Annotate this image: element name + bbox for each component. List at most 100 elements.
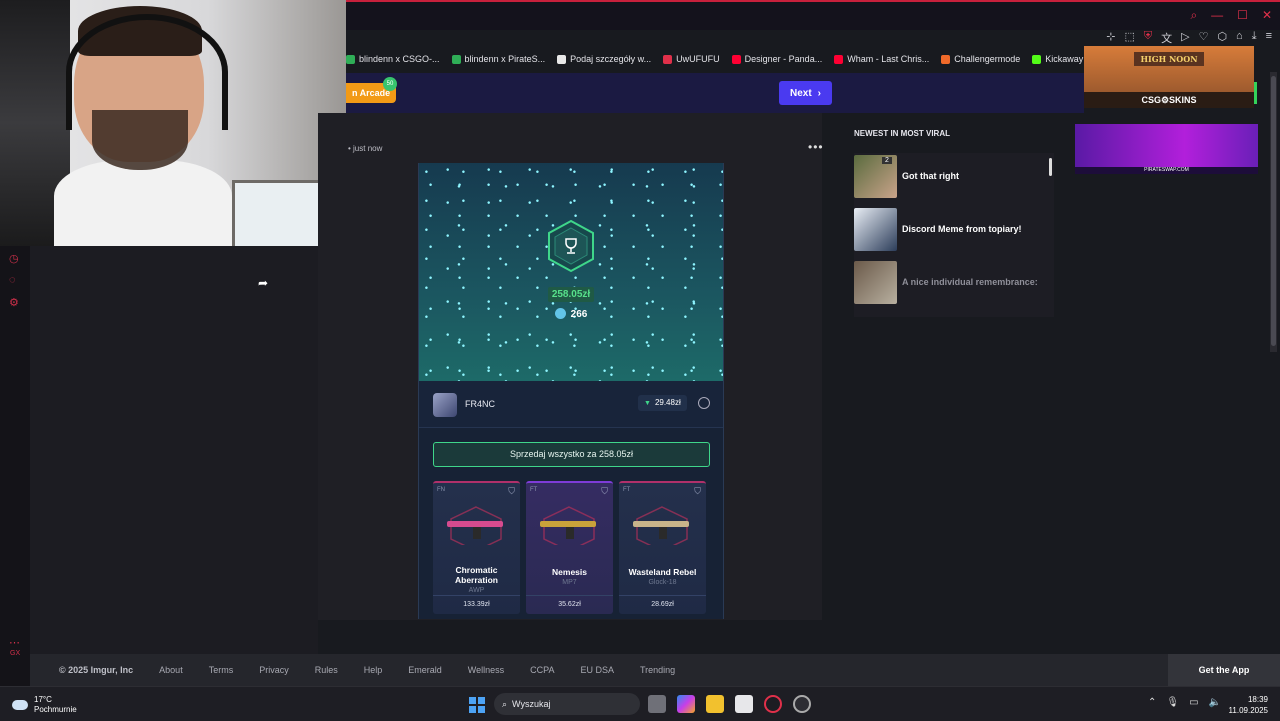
weapon-icon (540, 506, 596, 545)
search-icon[interactable]: ⌕ (1190, 8, 1197, 22)
trophy-hex-icon (548, 219, 594, 273)
skin-card[interactable]: FT ⛉ Nemesis MP7 35.62zł (526, 481, 613, 614)
taskbar-search[interactable]: ⌕ Wyszukaj (494, 693, 640, 715)
bookmark-item[interactable]: Wham - Last Chris... (834, 52, 929, 66)
bookmark-item[interactable]: Challengermode (941, 52, 1020, 66)
chevron-right-icon: › (817, 87, 822, 99)
coins-count: 266 (419, 308, 723, 320)
task-view-icon[interactable] (648, 695, 666, 713)
next-button[interactable]: Next › (779, 81, 832, 105)
windows-start-icon[interactable] (469, 697, 485, 713)
down-arrow-icon: ▼ (644, 400, 651, 407)
bookmark-label: Kickaway - Kick (1045, 54, 1086, 64)
store-icon[interactable] (735, 695, 753, 713)
translate-icon[interactable]: 文 (1161, 30, 1172, 46)
bookmark-item[interactable]: blindenn x CSGO-... (346, 52, 440, 66)
mic-icon[interactable]: 🎙 (1166, 697, 1179, 708)
more-options-icon[interactable]: ••• (808, 140, 824, 154)
extensions-icon[interactable]: ⬡ (1217, 30, 1227, 46)
weather-widget[interactable]: 17°C Pochmurnie (12, 695, 77, 715)
maximize-icon[interactable]: ☐ (1237, 8, 1248, 22)
case-opening-image: 258.05zł 266 FR4NC ▼ 29.48zł Sprzedaj wsz… (418, 163, 724, 619)
imgur-footer: © 2025 Imgur, Inc About Terms Privacy Rules… (30, 654, 1280, 686)
play-icon[interactable]: ▷ (1181, 30, 1189, 46)
bookmark-label: blindenn x CSGO-... (359, 54, 440, 64)
skin-card[interactable]: FT ⛉ Wasteland Rebel Glock-18 28.69zł (619, 481, 706, 614)
more-icon[interactable]: ⋯ (9, 636, 21, 649)
shield-icon[interactable]: ⛨ (1144, 30, 1152, 46)
browser-sidebar: ◷ ◌ ⚙ ⋯ (0, 246, 30, 686)
bookmark-item[interactable]: Podaj szczegóły w... (557, 52, 651, 66)
chevron-up-icon[interactable]: ⌃ (1148, 697, 1156, 708)
bookmarks-bar: blindenn x CSGO-... blindenn x PirateS...… (346, 52, 1086, 66)
bookmark-label: Challengermode (954, 54, 1021, 64)
temperature: 17°C (34, 695, 52, 704)
taskbar-apps (648, 695, 811, 713)
network-icon[interactable]: ▭ (1189, 697, 1198, 708)
pin-icon[interactable]: ⊹ (1106, 30, 1115, 46)
menu-icon[interactable]: ≡ (1266, 30, 1272, 46)
file-explorer-icon[interactable] (706, 695, 724, 713)
footer-link-terms[interactable]: Terms (209, 665, 234, 675)
viral-item[interactable]: 2 Got that right (854, 153, 1054, 199)
app-icon[interactable] (793, 695, 811, 713)
opera-gx-icon[interactable] (764, 695, 782, 713)
heart-icon[interactable]: ♡ (1199, 30, 1209, 46)
bookmark-item[interactable]: Designer - Panda... (731, 52, 822, 66)
skin-name: Chromatic Aberration (455, 565, 498, 585)
clock-time: 18:39 (1247, 695, 1268, 704)
footer-link-emerald[interactable]: Emerald (408, 665, 442, 675)
bookmark-label: Wham - Last Chris... (847, 54, 930, 64)
bookmark-favicon-icon (1032, 54, 1042, 64)
page-scrollbar[interactable] (1270, 72, 1277, 352)
share-arrow-icon[interactable]: ➦ (258, 276, 268, 290)
footer-link-trending[interactable]: Trending (640, 665, 675, 675)
viral-list: 2 Got that right Discord Meme from topiary… (854, 153, 1054, 317)
messenger-icon[interactable]: ◌ (9, 274, 21, 286)
username: FR4NC (465, 399, 496, 409)
footer-link-eu-dsa[interactable]: EU DSA (580, 665, 614, 675)
cloud-icon (12, 700, 28, 710)
windows-taskbar: 17°C Pochmurnie ⌕ Wyszukaj ⌃ 🎙 ▭ 🔈 18:39 … (0, 686, 1280, 721)
ad-brand: CSG⚙SKINS (1084, 92, 1254, 108)
footer-link-privacy[interactable]: Privacy (259, 665, 289, 675)
bookmark-item[interactable]: Kickaway - Kick (1032, 52, 1086, 66)
pirateswap-ad[interactable]: PIRATESWAP.COM (1075, 124, 1258, 174)
settings-icon[interactable]: ⚙ (9, 296, 21, 309)
avatar (433, 393, 457, 417)
footer-link-ccpa[interactable]: CCPA (530, 665, 554, 675)
gx-logo: GX (10, 650, 21, 657)
shield-icon: ⛉ (508, 486, 515, 496)
bookmark-item[interactable]: blindenn x PirateS... (451, 52, 546, 66)
scroll-indicator[interactable] (1049, 158, 1052, 176)
copilot-icon[interactable] (677, 695, 695, 713)
user-row: FR4NC ▼ 29.48zł (419, 381, 723, 428)
system-tray: ⌃ 🎙 ▭ 🔈 (1148, 697, 1221, 708)
minimize-icon[interactable]: — (1211, 8, 1223, 22)
footer-link-wellness[interactable]: Wellness (468, 665, 504, 675)
emoji-icon (698, 397, 710, 409)
viral-item[interactable]: A nice individual remembrance: (854, 259, 1054, 305)
volume-icon[interactable]: 🔈 (1209, 697, 1221, 708)
bookmark-label: Podaj szczegóły w... (570, 54, 652, 64)
weapon-icon (633, 506, 689, 545)
skin-condition: FT (530, 487, 538, 493)
skin-card[interactable]: FN ⛉ Chromatic Aberration AWP 133.39zł (433, 481, 520, 614)
bookmark-favicon-icon (941, 54, 951, 64)
bookmark-item[interactable]: UwUFUFU (663, 52, 720, 66)
footer-link-rules[interactable]: Rules (315, 665, 338, 675)
history-icon[interactable]: ◷ (9, 252, 21, 265)
snapshot-icon[interactable]: ⬚ (1124, 30, 1134, 46)
bookmark-label: blindenn x PirateS... (464, 54, 546, 64)
clock[interactable]: 18:39 11.09.2025 (1226, 694, 1268, 716)
csgo-skins-ad[interactable]: HIGH NOON CSG⚙SKINS (1084, 46, 1254, 108)
close-icon[interactable]: ✕ (1262, 8, 1272, 22)
get-app-button[interactable]: Get the App (1168, 654, 1280, 686)
viral-item[interactable]: Discord Meme from topiary! (854, 206, 1054, 252)
footer-link-about[interactable]: About (159, 665, 183, 675)
lock-icon[interactable]: ⌂ (1236, 30, 1243, 46)
footer-link-help[interactable]: Help (364, 665, 383, 675)
newest-title: NEWEST IN MOST VIRAL (854, 129, 950, 138)
download-icon[interactable]: ⤓ (1252, 30, 1257, 46)
shield-icon: ⛉ (601, 486, 608, 496)
